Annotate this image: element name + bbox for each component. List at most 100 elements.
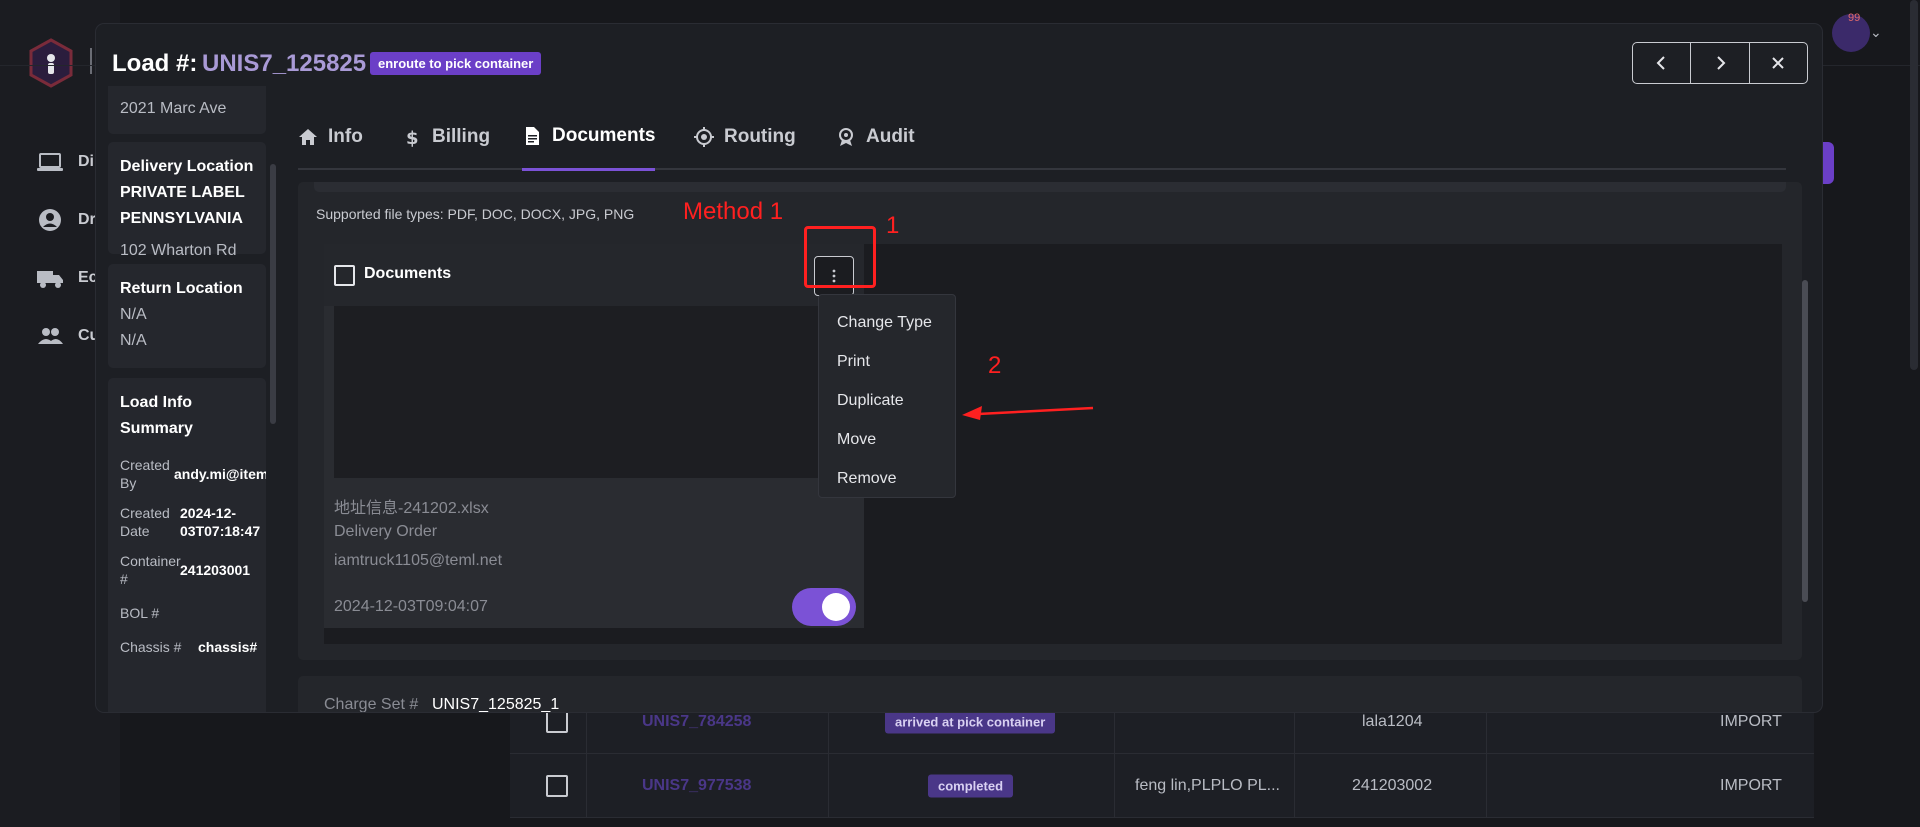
type-cell: IMPORT: [1720, 776, 1782, 794]
tab-info[interactable]: Info: [298, 104, 363, 170]
row-checkbox[interactable]: [546, 774, 568, 797]
load-summary-panel: 2021 Marc Ave Delivery Location PRIVATE …: [108, 86, 266, 712]
document-actions-menu: Change Type Print Duplicate Move Remove: [818, 294, 956, 498]
created-by-value: andy.mi@item.c: [174, 466, 266, 482]
upload-dropzone[interactable]: [314, 182, 1786, 192]
created-date-value: 2024-12- 03T07:18:47: [180, 504, 260, 540]
summary-field: Chassis # chassis#: [120, 638, 258, 656]
chevron-down-icon[interactable]: ⌄: [1870, 24, 1882, 41]
annotation-highlight-box: [804, 226, 876, 288]
summary-field: BOL #: [120, 604, 254, 622]
menu-item-print[interactable]: Print: [819, 342, 955, 381]
document-card-title: Documents: [364, 265, 452, 282]
document-preview[interactable]: [334, 306, 854, 478]
documents-scrollbar[interactable]: [1802, 280, 1808, 602]
customer-cell: feng lin,PLPLO PL...: [1135, 776, 1280, 794]
field-key: Container: [120, 553, 181, 569]
document-file-name: 地址信息-241202.xlsx: [334, 500, 489, 517]
tab-documents[interactable]: Documents: [522, 104, 656, 171]
documents-content: Supported file types: PDF, DOC, DOCX, JP…: [298, 170, 1808, 712]
document-card: Documents 地址信息-241202.xlsx Delivery Orde…: [324, 244, 864, 628]
charge-set-bar: Charge Set # UNIS7_125825_1: [298, 676, 1802, 712]
annotation-step-1: 1: [886, 212, 900, 239]
column-divider: [1294, 754, 1295, 818]
container-value: 241203001: [180, 562, 251, 578]
routing-icon: [694, 127, 714, 147]
load-info-summary-card: Load Info Summary Created By andy.mi@item…: [108, 378, 266, 712]
date-part: 03T07:18:47: [180, 523, 261, 539]
modal-nav-buttons: [1632, 42, 1808, 84]
charge-set-value: UNIS7_125825_1: [432, 696, 560, 712]
close-button[interactable]: [1750, 43, 1807, 83]
status-badge: arrived at pick container: [885, 710, 1056, 733]
document-timestamp: 2024-12-03T09:04:07: [334, 598, 488, 615]
return-value: N/A: [120, 306, 147, 323]
annotation-step-2: 2: [988, 352, 1002, 379]
column-divider: [1486, 754, 1487, 818]
tab-routing[interactable]: Routing: [694, 104, 796, 170]
field-key: BOL #: [120, 605, 160, 621]
modal-header: Load #: UNIS7_125825 enroute to pick con…: [96, 24, 1822, 104]
table-row[interactable]: UNIS7_977538 completed feng lin,PLPLO PL…: [510, 754, 1814, 818]
pickup-card: 2021 Marc Ave: [108, 86, 266, 134]
annotation-method-label: Method 1: [683, 198, 784, 225]
document-uploader: iamtruck1105@teml.net: [334, 552, 503, 569]
menu-item-duplicate[interactable]: Duplicate: [819, 381, 955, 420]
supported-file-types: Supported file types: PDF, DOC, DOCX, JP…: [316, 206, 635, 222]
load-link[interactable]: UNIS7_784258: [642, 713, 751, 731]
column-divider: [1114, 754, 1115, 818]
tab-bar: Info $ Billing Documents Routing Audit: [298, 104, 1786, 171]
summary-field: Created By andy.mi@item.c: [120, 456, 266, 492]
column-divider: [828, 754, 829, 818]
svg-text:$: $: [406, 128, 419, 147]
summary-field: Container # 241203001: [120, 552, 254, 588]
return-location-card: Return Location N/A N/A: [108, 264, 266, 368]
summary-field: Created Date 2024-12- 03T07:18:47: [120, 504, 260, 540]
delivery-name: PENNSYLVANIA: [120, 210, 243, 227]
field-key: #: [120, 571, 128, 587]
tab-audit[interactable]: Audit: [836, 104, 915, 170]
delivery-location-title: Delivery Location: [120, 158, 254, 175]
background-action-button[interactable]: [1820, 142, 1834, 184]
menu-item-change-type[interactable]: Change Type: [819, 303, 955, 342]
documents-list: Documents 地址信息-241202.xlsx Delivery Orde…: [324, 244, 1782, 644]
driver-icon: [39, 209, 61, 231]
annotation-arrow-icon: [962, 406, 1094, 420]
load-link[interactable]: UNIS7_977538: [642, 777, 751, 795]
column-divider: [586, 754, 587, 818]
document-type: Delivery Order: [334, 523, 438, 540]
row-checkbox[interactable]: [546, 710, 568, 733]
load-detail-modal: Load #: UNIS7_125825 enroute to pick con…: [96, 24, 1822, 712]
close-icon: [1772, 57, 1785, 69]
container-cell: lala1204: [1362, 712, 1423, 730]
field-key: Created: [120, 457, 170, 473]
charge-set-label: Charge Set #: [324, 696, 419, 712]
laptop-icon: [37, 153, 63, 171]
previous-button[interactable]: [1633, 43, 1692, 83]
page-scrollbar[interactable]: [1910, 0, 1918, 370]
sidebar-item-customers[interactable]: Cu: [36, 324, 99, 348]
sidebar-item-dispatch[interactable]: Di: [36, 150, 94, 174]
document-icon: [526, 127, 539, 145]
pickup-address: 2021 Marc Ave: [120, 100, 227, 117]
delivery-location-card: Delivery Location PRIVATE LABEL PENNSYLV…: [108, 142, 266, 259]
chassis-value: chassis#: [198, 639, 258, 655]
left-panel-scrollbar[interactable]: [270, 164, 276, 424]
customers-icon: [38, 328, 63, 344]
document-visibility-toggle[interactable]: [792, 588, 856, 626]
next-button[interactable]: [1691, 43, 1750, 83]
delivery-address: 102 Wharton Rd: [120, 242, 237, 259]
menu-item-move[interactable]: Move: [819, 420, 955, 459]
tab-billing[interactable]: $ Billing: [402, 104, 490, 170]
return-location-title: Return Location: [120, 280, 243, 297]
sidebar-item-equipment[interactable]: Ec: [36, 266, 98, 290]
document-card-header: Documents: [324, 244, 864, 306]
field-key: Date: [120, 523, 150, 539]
menu-item-remove[interactable]: Remove: [819, 459, 955, 498]
document-checkbox[interactable]: [334, 265, 355, 286]
field-key: Created: [120, 505, 170, 521]
sidebar-item-drivers[interactable]: Dr: [36, 208, 96, 232]
field-key: Chassis #: [120, 639, 182, 655]
load-id: UNIS7_125825: [202, 50, 367, 77]
notification-badge: 99: [1848, 12, 1861, 24]
